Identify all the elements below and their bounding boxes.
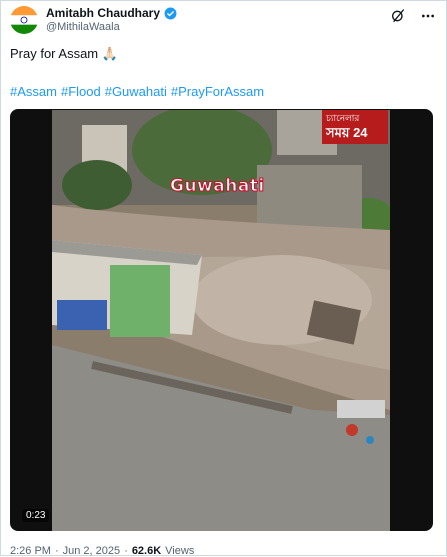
tweet-meta: 2:26 PM · Jun 2, 2025 · 62.6K Views	[10, 545, 194, 557]
meta-separator: ·	[124, 545, 128, 557]
india-flag-avatar-icon	[10, 6, 38, 34]
meta-separator: ·	[54, 545, 59, 557]
author-name[interactable]: Amitabh Chaudhary	[46, 6, 160, 20]
more-icon[interactable]	[420, 8, 436, 24]
views-count: 62.6K	[131, 545, 162, 557]
hashtag-link[interactable]: #Guwahati	[105, 84, 167, 99]
hashtag-link[interactable]: #Assam	[10, 84, 57, 99]
hashtag-list: #Assam #Flood #Guwahati #PrayForAssam	[10, 84, 264, 99]
tweet-card: Amitabh Chaudhary @MithilaWaala Pray for…	[0, 0, 447, 557]
location-overlay-label: Guwahati	[170, 176, 265, 197]
views-label: Views	[165, 545, 195, 557]
video-frame: Guwahati চ্যানেলার সময় 24	[52, 110, 390, 531]
verified-badge-icon	[164, 7, 177, 19]
author-handle[interactable]: @MithilaWaala	[46, 21, 120, 33]
video-player[interactable]: Guwahati চ্যানেলার সময় 24 0:23	[10, 109, 433, 531]
grok-icon[interactable]	[390, 8, 406, 24]
tweet-time[interactable]: 2:26 PM	[10, 545, 51, 557]
hashtag-link[interactable]: #PrayForAssam	[171, 84, 264, 99]
header-actions	[390, 8, 436, 24]
hashtag-link[interactable]: #Flood	[61, 84, 101, 99]
channel-logo-line2: সময় 24	[326, 125, 368, 140]
avatar[interactable]	[10, 6, 38, 34]
channel-logo: চ্যানেলার সময় 24	[322, 110, 388, 144]
author-name-row: Amitabh Chaudhary	[46, 6, 177, 20]
tweet-date[interactable]: Jun 2, 2025	[63, 545, 121, 557]
tweet-header: Amitabh Chaudhary @MithilaWaala	[10, 6, 438, 36]
flood-scene-image	[52, 110, 390, 531]
video-timecode: 0:23	[22, 509, 50, 522]
tweet-text: Pray for Assam 🙏🏻	[10, 46, 118, 61]
